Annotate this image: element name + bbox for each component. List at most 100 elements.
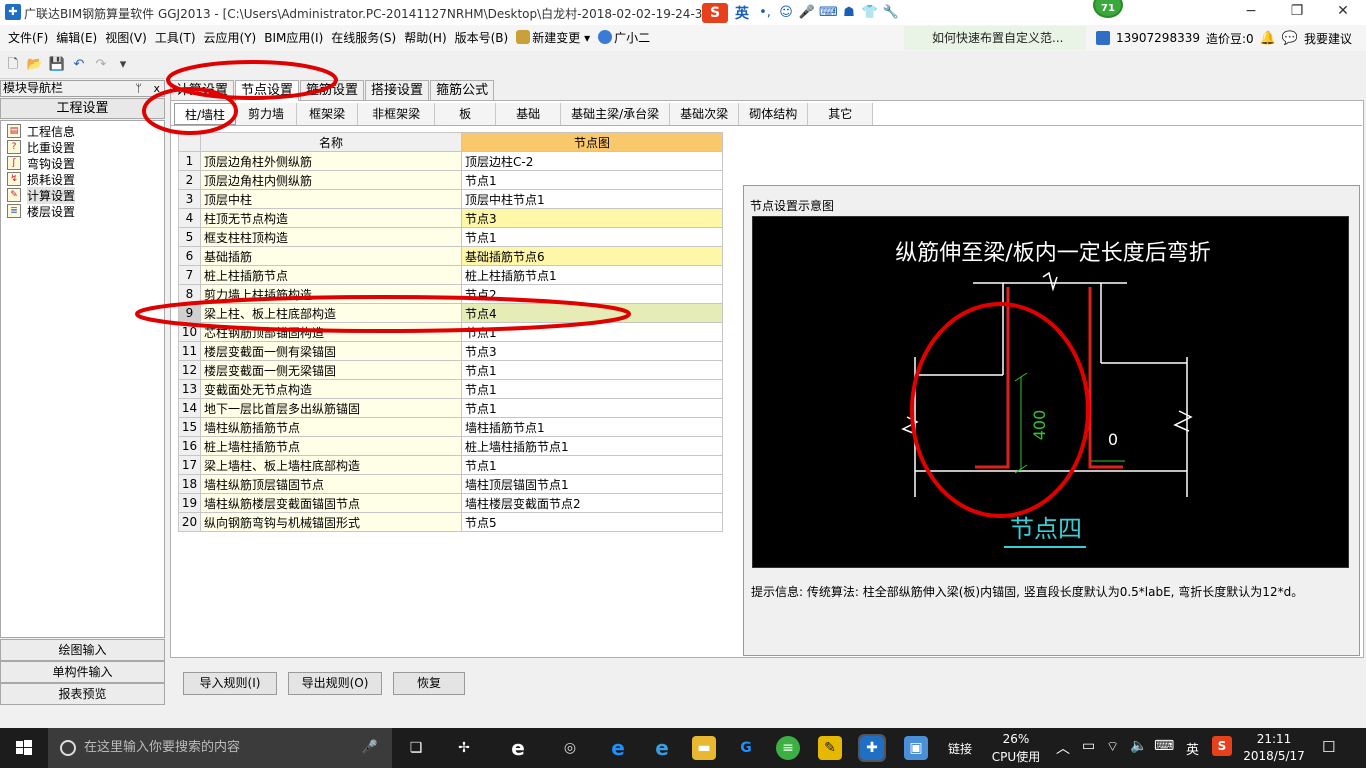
menu-file[interactable]: 文件(F) [4,27,52,49]
close-window-button[interactable]: ✕ [1320,0,1366,25]
ime-toolbar[interactable]: S 英 •, ☺ 🎤 ⌨ ☗ 👕 🔧 [702,2,907,24]
battery-icon[interactable]: ▭ [1082,738,1095,754]
row-node-cell[interactable]: 节点4 [461,303,723,323]
tab-node-settings[interactable]: 节点设置 [235,80,300,101]
nav-section-project-settings[interactable]: 工程设置 [0,98,165,119]
taskbar-search-box[interactable]: 在这里输入你要搜索的内容 🎤 [48,728,392,768]
glodon-g-icon[interactable]: G [734,736,758,760]
edge-browser-icon[interactable]: e [606,736,630,760]
table-row[interactable]: 1 顶层边角柱外侧纵筋 顶层边柱C-2 [178,151,723,171]
toolbar-more-icon[interactable]: ▾ [114,56,132,74]
row-node-cell[interactable]: 墙柱插筋节点1 [461,417,723,437]
row-node-cell[interactable]: 基础插筋节点6 [461,246,723,266]
menu-assistant[interactable]: 广小二 [594,27,654,49]
restore-button[interactable]: 恢复 [393,672,465,695]
tree-item-density[interactable]: ? 比重设置 [1,139,164,155]
tab-lap-settings[interactable]: 搭接设置 [365,80,430,100]
menu-tools[interactable]: 工具(T) [151,27,200,49]
open-folder-icon[interactable]: 📂 [26,56,44,74]
table-row[interactable]: 3 顶层中柱 顶层中柱节点1 [178,189,723,209]
table-row[interactable]: 6 基础插筋 基础插筋节点6 [178,246,723,266]
new-file-icon[interactable]: 🗋 [4,56,22,74]
row-node-cell[interactable]: 顶层边柱C-2 [461,151,723,171]
subtab-column[interactable]: 柱/墙柱 [174,103,237,125]
tray-expand-icon[interactable]: ︿ [1056,738,1070,758]
pin-icon[interactable]: ᛘ [135,81,142,96]
volume-icon[interactable]: 🔈 [1130,738,1147,754]
ie-icon[interactable]: e [650,736,674,760]
tray-link[interactable]: 链接 [948,740,972,757]
table-row[interactable]: 2 顶层边角柱内侧纵筋 节点1 [178,170,723,190]
ime-emoji-icon[interactable]: ☺ [777,4,795,22]
tip-link[interactable]: 如何快速布置自定义范... [904,26,1086,50]
tree-item-loss[interactable]: ↯ 损耗设置 [1,171,164,187]
row-node-cell[interactable]: 节点5 [461,512,723,532]
row-node-cell[interactable]: 节点1 [461,455,723,475]
row-node-cell[interactable]: 桩上墙柱插筋节点1 [461,436,723,456]
network-icon[interactable]: ⌔ [1106,738,1119,756]
table-row[interactable]: 7 桩上柱插筋节点 桩上柱插筋节点1 [178,265,723,285]
tab-stirrup-formula[interactable]: 箍筋公式 [430,80,495,100]
notes-app-icon[interactable]: ✎ [818,736,842,760]
redo-icon[interactable]: ↷ [92,56,110,74]
wechat-app-icon[interactable]: ◎ [558,736,582,760]
table-row[interactable]: 14 地下一层比首层多出纵筋锚固 节点1 [178,398,723,418]
table-row[interactable]: 13 变截面处无节点构造 节点1 [178,379,723,399]
export-rules-button[interactable]: 导出规则(O) [288,672,382,695]
subtab-other[interactable]: 其它 [808,103,874,125]
subtab-foundation-main-beam[interactable]: 基础主梁/承台梁 [561,103,671,125]
ggj-app-icon[interactable]: ✚ [858,734,886,762]
task-view-icon[interactable]: ❏ [404,736,428,760]
tree-item-project-info[interactable]: ▤ 工程信息 [1,123,164,139]
action-center-icon[interactable]: ☐ [1322,738,1335,756]
ime-language-toggle[interactable]: 英 [731,3,753,23]
menu-help[interactable]: 帮助(H) [400,27,450,49]
row-node-cell[interactable]: 顶层中柱节点1 [461,189,723,209]
menu-edit[interactable]: 编辑(E) [52,27,101,49]
row-node-cell[interactable]: 节点1 [461,170,723,190]
table-row[interactable]: 16 桩上墙柱插筋节点 桩上墙柱插筋节点1 [178,436,723,456]
input-language[interactable]: 英 [1186,739,1199,758]
undo-icon[interactable]: ↶ [70,56,88,74]
table-row[interactable]: 12 楼层变截面一侧无梁锚固 节点1 [178,360,723,380]
ime-punctuation-icon[interactable]: •, [756,4,774,22]
file-explorer-icon[interactable]: ▬ [692,736,716,760]
column-header-name[interactable]: 名称 [200,132,462,152]
menu-new-change[interactable]: 新建变更 ▾ [512,27,594,49]
touch-keyboard-icon[interactable]: ⌨ [1154,738,1174,754]
table-row[interactable]: 18 墙柱纵筋顶层锚固节点 墙柱顶层锚固节点1 [178,474,723,494]
minimize-button[interactable]: − [1228,0,1274,25]
start-button[interactable] [0,728,48,768]
briefcase-app-icon[interactable]: ▣ [904,736,928,760]
table-row[interactable]: 19 墙柱纵筋楼层变截面锚固节点 墙柱楼层变截面节点2 [178,493,723,513]
table-row[interactable]: 9 梁上柱、板上柱底部构造 节点4 [178,303,723,323]
clock-time[interactable]: 21:11 [1244,732,1304,746]
table-row[interactable]: 20 纵向钢筋弯钩与机械锚固形式 节点5 [178,512,723,532]
nav-component-input[interactable]: 单构件输入 [0,661,165,683]
feedback-icon[interactable]: 💬 [1282,31,1298,46]
table-row[interactable]: 8 剪力墙上柱插筋构造 节点2 [178,284,723,304]
ime-keyboard-icon[interactable]: ⌨ [819,4,838,22]
sogou-ime-icon[interactable]: S [702,3,728,23]
nav-drawing-input[interactable]: 绘图输入 [0,639,165,661]
nav-report-preview[interactable]: 报表预览 [0,683,165,705]
save-icon[interactable]: 💾 [48,56,66,74]
subtab-shear-wall[interactable]: 剪力墙 [236,103,298,125]
ime-tools-icon[interactable]: 🔧 [882,4,900,22]
tree-item-hook[interactable]: ʃ 弯钩设置 [1,155,164,171]
table-row[interactable]: 5 框支柱柱顶构造 节点1 [178,227,723,247]
row-node-cell[interactable]: 节点1 [461,360,723,380]
column-header-node[interactable]: 节点图 [461,132,723,152]
row-node-cell[interactable]: 节点1 [461,227,723,247]
subtab-frame-beam[interactable]: 框架梁 [297,103,359,125]
ie-browser-icon[interactable]: e [506,736,530,760]
price-beans[interactable]: 造价豆:0 [1206,30,1254,47]
ime-skin-icon[interactable]: 👕 [861,4,879,22]
fan-app-icon[interactable]: ✢ [452,736,476,760]
tab-calc-settings[interactable]: 计算设置 [170,80,235,100]
import-rules-button[interactable]: 导入规则(I) [183,672,277,695]
subtab-foundation-secondary-beam[interactable]: 基础次梁 [670,103,740,125]
row-node-cell[interactable]: 墙柱顶层锚固节点1 [461,474,723,494]
subtab-non-frame-beam[interactable]: 非框架梁 [358,103,436,125]
subtab-foundation[interactable]: 基础 [496,103,562,125]
